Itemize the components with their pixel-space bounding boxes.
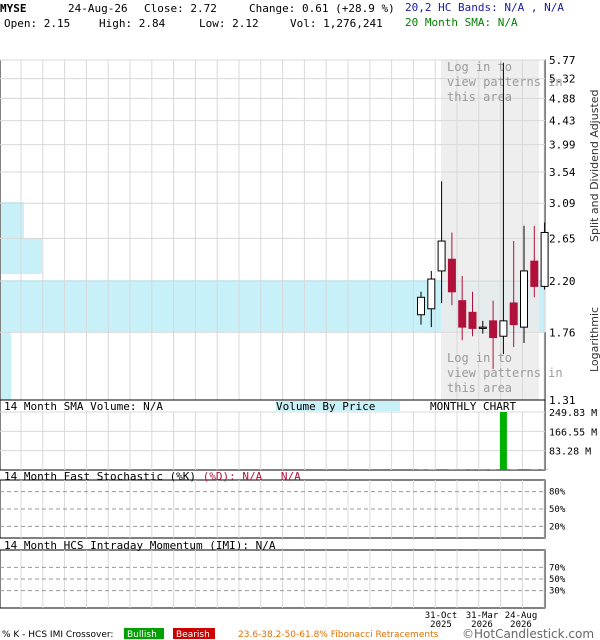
volume-bar xyxy=(448,469,456,470)
candle-up xyxy=(540,231,549,287)
monthly-chart-label: MONTHLY CHART xyxy=(430,400,516,413)
volume-bar xyxy=(499,412,507,470)
watermark-line: view patterns in xyxy=(447,366,563,380)
bullish-badge: Bullish xyxy=(127,630,157,640)
chart-canvas: Log in toview patterns inthis area Log i… xyxy=(0,54,600,640)
watermark-line: this area xyxy=(447,90,512,104)
candle-up xyxy=(478,326,487,329)
price-tick-label: 3.54 xyxy=(549,166,576,179)
stochastic-d-title: (%D): N/A xyxy=(203,470,263,483)
volume-by-price-label: Volume By Price xyxy=(276,400,375,413)
volume-axis-ticks: 249.83 M 166.55 M 83.28 M xyxy=(549,408,597,458)
price-axis-ticks: 5.77 5.32 4.88 4.43 3.99 3.54 3.09 2.65 2.20 1.76… xyxy=(549,54,576,407)
price-tick-label: 5.32 xyxy=(549,73,576,86)
candle-up xyxy=(437,240,446,272)
watermark-line: view patterns in xyxy=(447,75,563,89)
candle-down xyxy=(489,320,498,339)
stochastic-k-title: 14 Month Fast Stochastic (%K) xyxy=(4,470,196,483)
price-panel: Log in toview patterns inthis area Log i… xyxy=(0,54,600,407)
footer: % K - HCS IMI Crossover: Bullish Bearish… xyxy=(2,627,594,640)
volume-sma-title: 14 Month SMA Volume: N/A xyxy=(4,400,163,413)
candle-down xyxy=(447,258,456,293)
imi-title: 14 Month HCS Intraday Momentum (IMI): N/… xyxy=(4,539,276,552)
imi-panel: 70% 50% 30% 14 Month HCS Intraday Momentum… xyxy=(0,539,566,630)
date-label-year: 2025 xyxy=(430,620,452,630)
volume-panel: 249.83 M 166.55 M 83.28 M 14 Month SMA Vol… xyxy=(0,399,597,471)
watermark-line: this area xyxy=(447,381,512,395)
oscillator-tick-label: 30% xyxy=(549,587,566,597)
price-tick-label: 3.99 xyxy=(549,139,576,152)
bearish-badge: Bearish xyxy=(176,630,210,640)
candle-up xyxy=(499,320,508,337)
fibonacci-label: 23.6-38.2-50-61.8% Fibonacci Retracement… xyxy=(238,630,439,640)
candle-up xyxy=(417,296,425,316)
candle-down xyxy=(530,260,539,287)
price-tick-label: 4.88 xyxy=(549,92,576,105)
price-tick-label: 1.31 xyxy=(549,394,576,407)
stochastic-title-row: 14 Month Fast Stochastic (%K) (%D): N/A … xyxy=(4,470,301,483)
price-tick-label: 2.20 xyxy=(549,275,576,288)
candle-down xyxy=(509,302,518,326)
imi-axis-ticks: 70% 50% 30% xyxy=(549,563,566,596)
oscillator-tick-label: 50% xyxy=(549,575,566,585)
candle-down xyxy=(458,300,467,328)
volume-tick-label: 83.28 M xyxy=(549,447,591,458)
oscillator-tick-label: 80% xyxy=(549,488,566,498)
logarithmic-label: Logarithmic xyxy=(588,307,600,372)
volume-tick-label: 166.55 M xyxy=(549,427,597,438)
volume-bar xyxy=(520,469,528,470)
price-tick-label: 5.77 xyxy=(549,54,576,67)
stochastic-axis-ticks: 80% 50% 20% xyxy=(549,488,566,533)
price-tick-label: 4.43 xyxy=(549,115,576,128)
oscillator-tick-label: 70% xyxy=(549,563,566,573)
split-adjusted-label: Split and Dividend Adjusted xyxy=(588,89,600,242)
oscillator-tick-label: 20% xyxy=(549,522,566,532)
price-tick-label: 1.76 xyxy=(549,326,576,339)
watermark-line: Log in to xyxy=(447,351,512,365)
price-tick-label: 2.65 xyxy=(549,232,576,245)
vbp-bar xyxy=(1,332,11,402)
candle-down xyxy=(468,311,477,329)
volume-bar xyxy=(438,469,446,470)
candle-up xyxy=(520,270,528,328)
crossover-label: % K - HCS IMI Crossover: xyxy=(2,630,113,640)
oscillator-tick-label: 50% xyxy=(549,505,566,515)
brand-label[interactable]: ©HotCandlestick.com xyxy=(462,627,594,640)
watermark-line: Log in to xyxy=(447,60,512,74)
candle-up xyxy=(427,278,436,310)
stochastic-na: N/A xyxy=(281,470,301,483)
stochastic-panel: 80% 50% 20% 14 Month Fast Stochastic (%K) … xyxy=(0,470,566,539)
price-tick-label: 3.09 xyxy=(549,197,576,210)
volume-tick-label: 249.83 M xyxy=(549,408,597,419)
